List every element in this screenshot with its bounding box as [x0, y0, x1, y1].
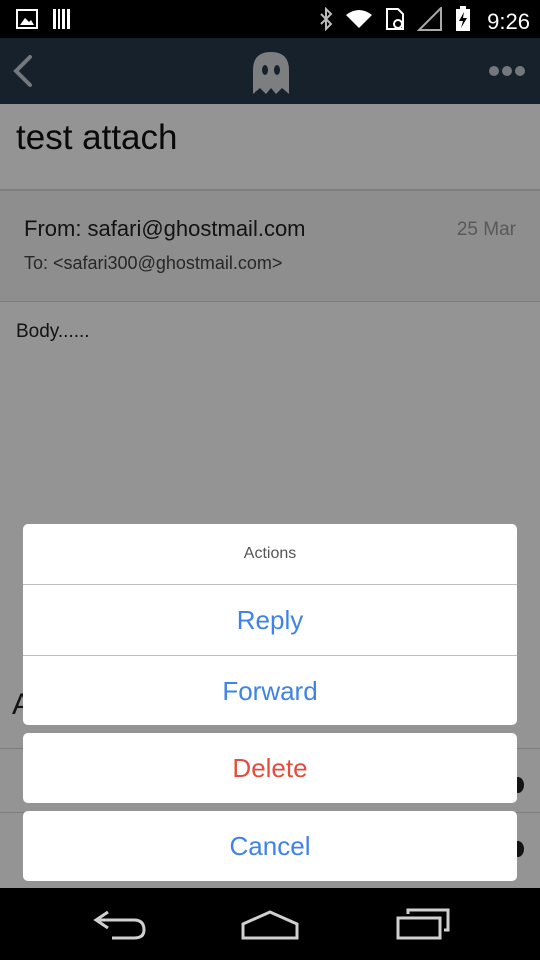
action-sheet-title: Actions [23, 524, 517, 585]
recent-apps-icon[interactable] [390, 904, 460, 944]
forward-button[interactable]: Forward [23, 655, 517, 725]
delete-group: Delete [23, 733, 517, 803]
battery-charging-icon [455, 6, 471, 37]
barcode-icon [52, 8, 72, 35]
sim-icon [385, 7, 405, 36]
reply-button[interactable]: Reply [23, 585, 517, 655]
cancel-group: Cancel [23, 811, 517, 881]
wifi-icon [345, 8, 373, 35]
home-icon[interactable] [235, 904, 305, 944]
action-sheet-group: Actions Reply Forward [23, 524, 517, 725]
status-left-icons [16, 8, 72, 35]
signal-icon [416, 5, 443, 36]
image-icon [16, 9, 38, 34]
cancel-button[interactable]: Cancel [23, 811, 517, 881]
status-time: 9:26 [487, 8, 530, 34]
screen: 9:26 test attach From: safari@ghostmail.… [0, 0, 540, 960]
delete-button[interactable]: Delete [23, 733, 517, 803]
nav-bar [0, 888, 540, 960]
status-right-icons: 9:26 [319, 5, 530, 37]
status-bar: 9:26 [0, 0, 540, 38]
back-arrow-icon[interactable] [86, 904, 156, 944]
bluetooth-icon [319, 6, 333, 36]
